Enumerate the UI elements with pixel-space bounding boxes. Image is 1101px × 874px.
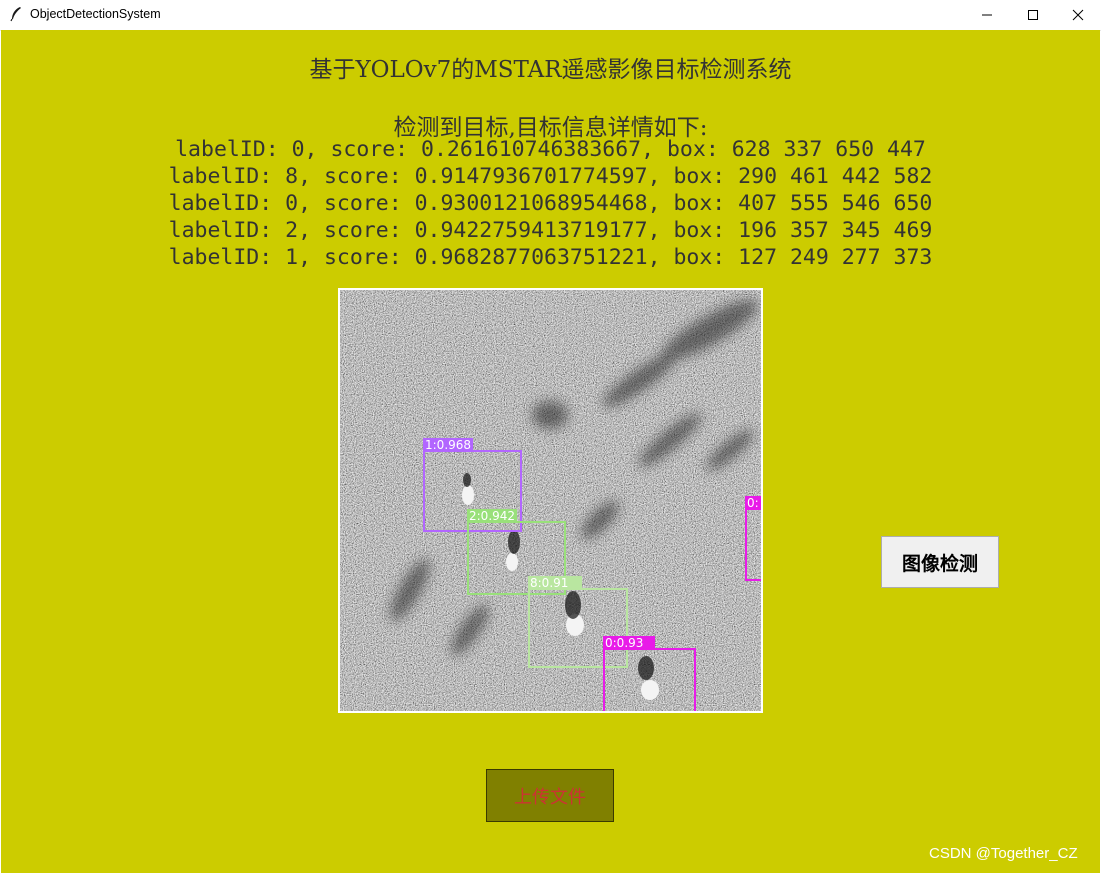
- detection-line: labelID: 0, score: 0.261610746383667, bo…: [175, 137, 926, 162]
- maximize-button[interactable]: [1010, 0, 1056, 30]
- bbox-label-0-b: [603, 648, 696, 711]
- page-title: 基于YOLOv7的MSTAR遥感影像目标检测系统: [309, 57, 792, 83]
- app-window: ObjectDetectionSystem 基于YOLOv7的MSTAR遥感影像…: [0, 0, 1101, 874]
- bbox-label-0-b-tag: 0:0.93: [603, 636, 656, 650]
- bbox-label-2-tag: 2:0.942: [467, 509, 518, 523]
- bbox-label-1-tag: 1:0.968: [423, 438, 474, 452]
- close-icon: [1072, 6, 1084, 25]
- detection-line: labelID: 2, score: 0.9422759413719177, b…: [168, 218, 933, 243]
- minimize-button[interactable]: [964, 0, 1010, 30]
- detect-image-button[interactable]: 图像检测: [881, 536, 999, 588]
- sar-detection-image: 1:0.968 2:0.942 8:0.91 0:0.93 0:: [340, 290, 761, 711]
- window-title: ObjectDetectionSystem: [30, 7, 161, 21]
- result-image-frame: 1:0.968 2:0.942 8:0.91 0:0.93 0:: [338, 288, 763, 713]
- upload-file-button[interactable]: 上传文件: [486, 769, 614, 822]
- bbox-label-0-a-tag: 0:: [745, 496, 761, 510]
- bbox-label-0-a: [745, 508, 761, 581]
- maximize-icon: [1027, 6, 1039, 25]
- detection-line: labelID: 8, score: 0.9147936701774597, b…: [168, 164, 933, 189]
- watermark: CSDN @Together_CZ: [929, 845, 1078, 862]
- minimize-icon: [981, 6, 993, 25]
- main-panel: 基于YOLOv7的MSTAR遥感影像目标检测系统 检测到目标,目标信息详情如下:…: [1, 30, 1100, 873]
- close-button[interactable]: [1055, 0, 1101, 30]
- bbox-label-8-tag: 8:0.91: [528, 576, 583, 590]
- detection-line: labelID: 1, score: 0.9682877063751221, b…: [168, 245, 933, 270]
- detection-list: labelID: 0, score: 0.261610746383667, bo…: [1, 136, 1100, 271]
- feather-icon: [9, 6, 23, 22]
- title-bar[interactable]: ObjectDetectionSystem: [0, 0, 1101, 31]
- detection-line: labelID: 0, score: 0.9300121068954468, b…: [168, 191, 933, 216]
